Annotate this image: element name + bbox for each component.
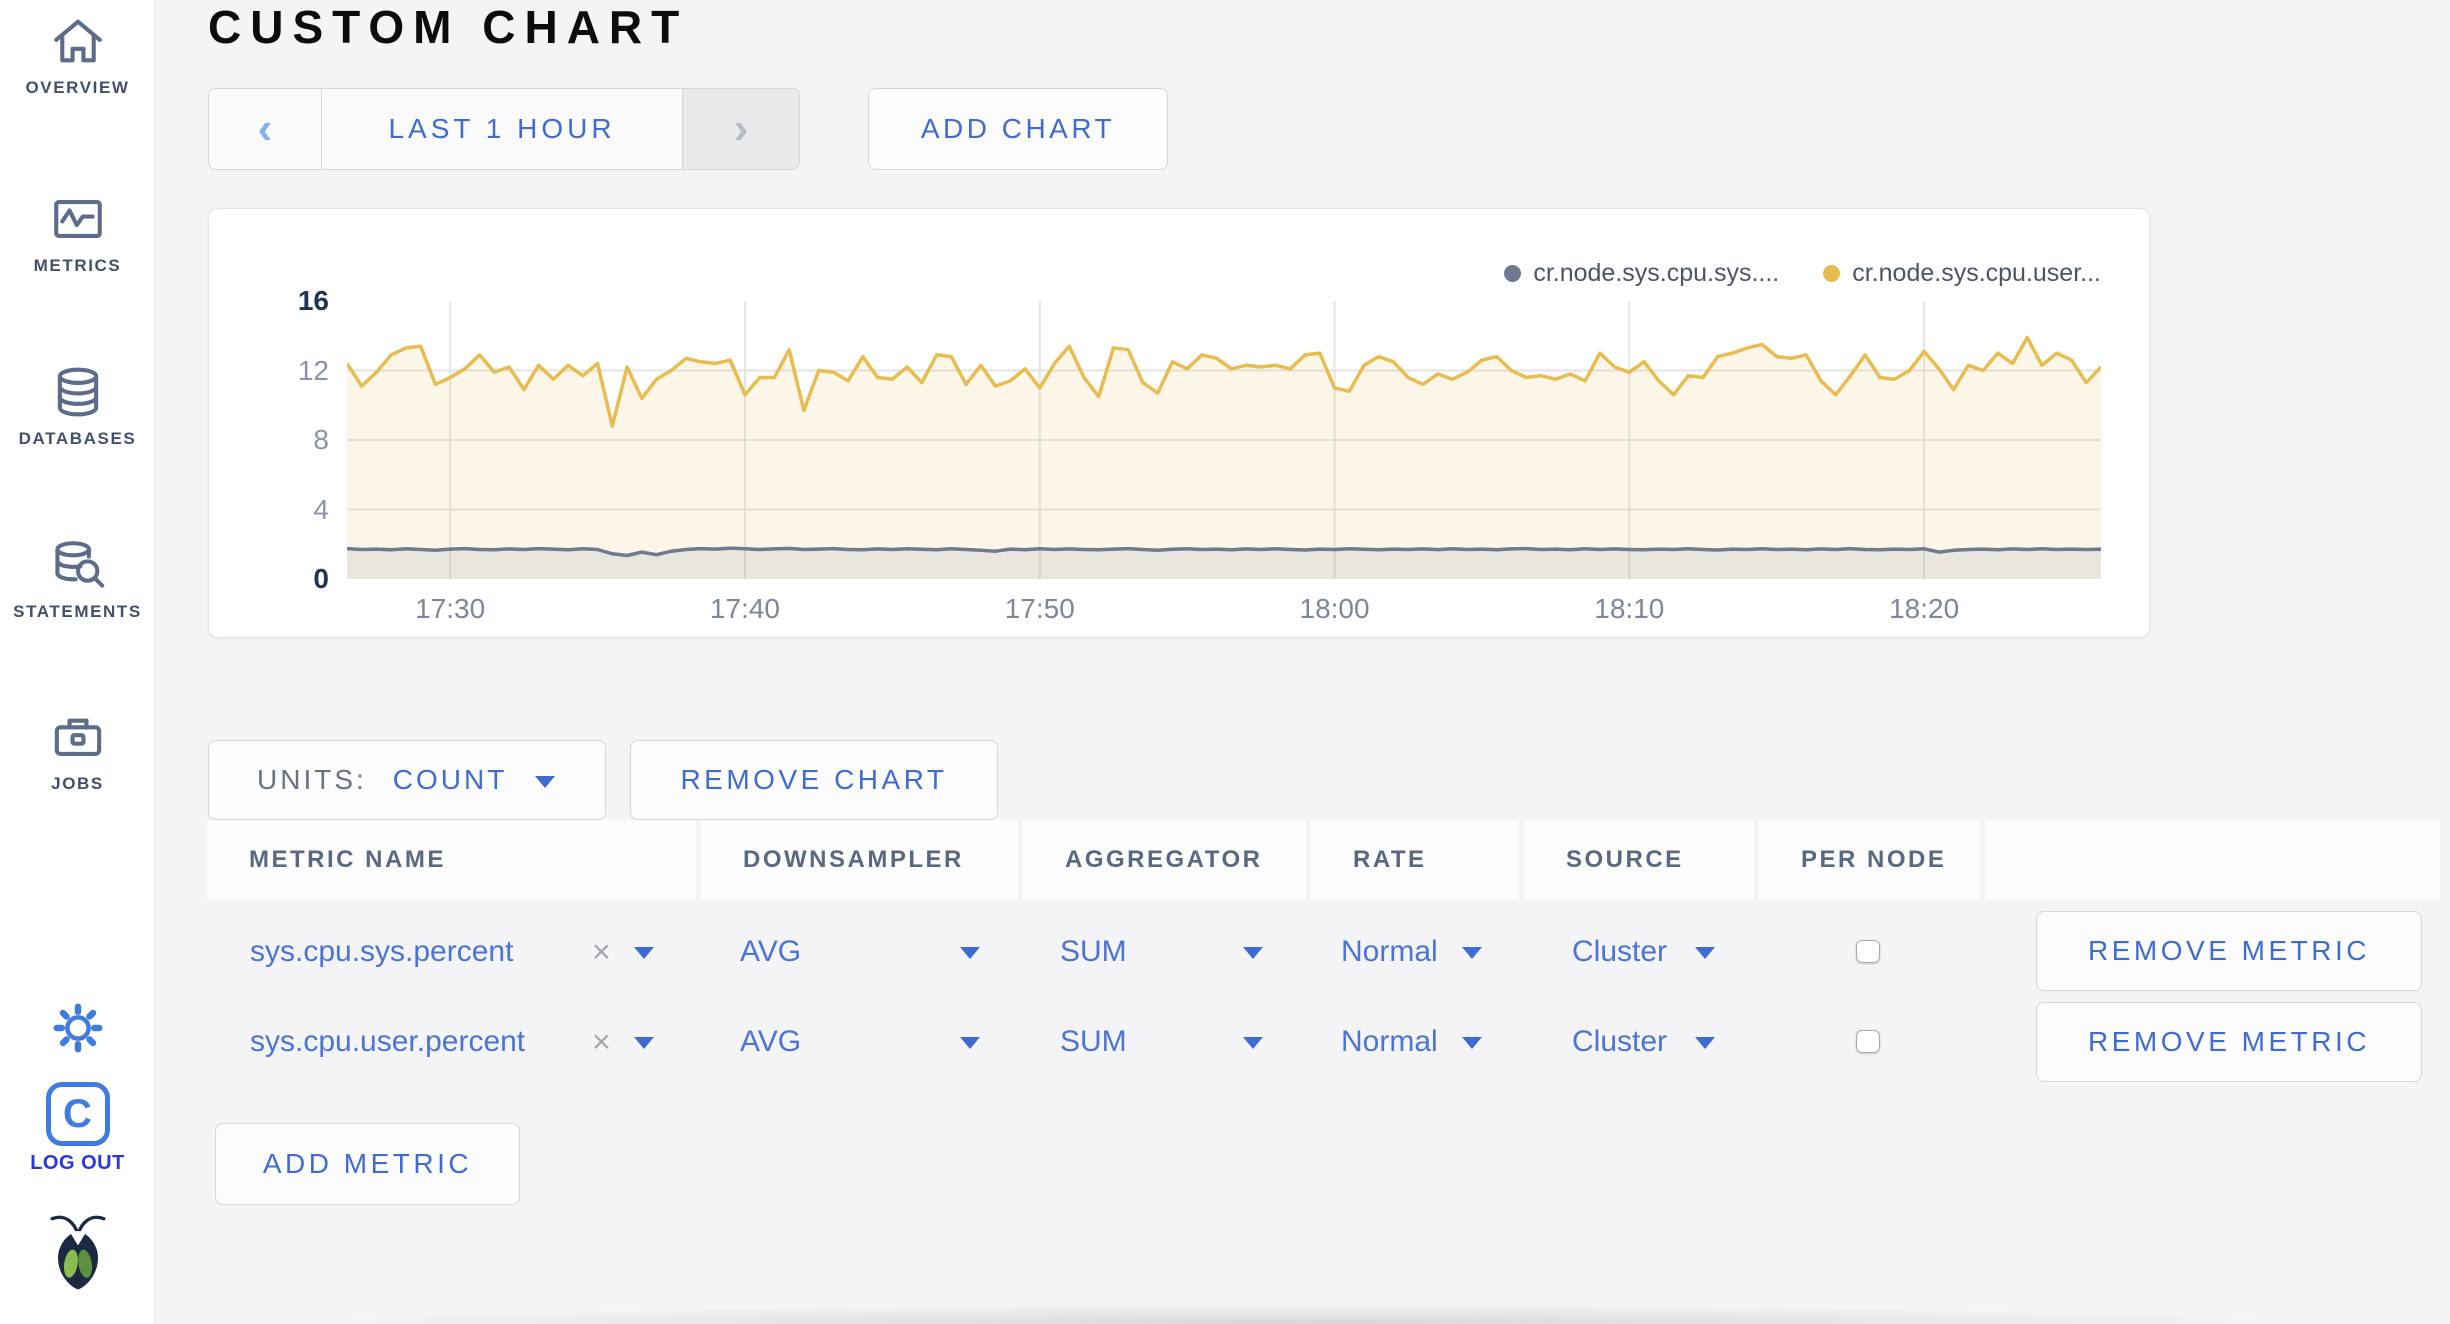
rate-select[interactable]: Normal xyxy=(1331,922,1486,982)
remove-chart-button[interactable]: REMOVE CHART xyxy=(630,740,998,820)
sidebar-item-jobs[interactable]: JOBS xyxy=(0,708,155,794)
legend-dot xyxy=(1823,265,1841,282)
time-range-selector: ‹ LAST 1 HOUR › xyxy=(208,88,800,170)
legend-label: cr.node.sys.cpu.user... xyxy=(1852,259,2101,287)
chart-legend: cr.node.sys.cpu.sys.... cr.node.sys.cpu.… xyxy=(1504,259,2101,288)
legend-dot xyxy=(1504,265,1522,282)
column-header-rate: RATE xyxy=(1311,820,1519,900)
chevron-down-icon xyxy=(1462,947,1482,959)
chevron-down-icon xyxy=(1695,947,1715,959)
logout-label: LOG OUT xyxy=(30,1152,125,1174)
x-tick-label: 18:20 xyxy=(1889,593,1960,624)
home-icon xyxy=(0,12,155,70)
chevron-right-icon: › xyxy=(733,104,749,153)
y-tick-label: 16 xyxy=(297,285,329,316)
units-select[interactable]: UNITS: COUNT xyxy=(208,740,606,820)
cockroach-logo xyxy=(0,1212,155,1292)
x-tick-label: 18:10 xyxy=(1594,593,1665,624)
scroll-shadow xyxy=(156,1298,2450,1324)
sidebar-item-label: JOBS xyxy=(51,774,104,793)
aggregator-select[interactable]: SUM xyxy=(1050,922,1275,982)
remove-metric-button[interactable]: REMOVE METRIC xyxy=(2036,1002,2422,1082)
chevron-down-icon xyxy=(634,1037,654,1049)
y-tick-label: 0 xyxy=(313,563,329,594)
cockroach-bug-icon xyxy=(0,1212,155,1292)
clear-icon[interactable]: × xyxy=(592,1024,611,1061)
aggregator-select[interactable]: SUM xyxy=(1050,1012,1275,1072)
gear-icon xyxy=(0,998,155,1058)
sidebar-item-label: METRICS xyxy=(33,256,122,275)
source-select[interactable]: Cluster xyxy=(1562,1012,1722,1072)
y-tick-label: 4 xyxy=(313,493,329,525)
sidebar-item-overview[interactable]: OVERVIEW xyxy=(0,12,155,98)
rate-select[interactable]: Normal xyxy=(1331,1012,1486,1072)
y-axis-labels: 16 12 8 4 0 xyxy=(209,285,329,594)
x-tick-label: 17:50 xyxy=(1004,593,1075,624)
per-node-checkbox[interactable] xyxy=(1856,940,1880,963)
metric-name-select[interactable]: sys.cpu.sys.percent × xyxy=(240,922,670,982)
legend-item: cr.node.sys.cpu.sys.... xyxy=(1504,259,1779,288)
sidebar-item-label: DATABASES xyxy=(18,429,137,448)
settings-button[interactable] xyxy=(0,998,155,1058)
chevron-down-icon xyxy=(535,776,556,788)
column-header-metric-name: METRIC NAME xyxy=(207,820,696,900)
legend-item: cr.node.sys.cpu.user... xyxy=(1823,259,2101,288)
clear-icon[interactable]: × xyxy=(592,934,611,971)
sidebar-item-label: STATEMENTS xyxy=(13,602,142,621)
sidebar-item-statements[interactable]: STATEMENTS xyxy=(0,536,155,622)
chevron-down-icon xyxy=(1243,947,1263,959)
sidebar: OVERVIEW METRICS DATABASES STATEMENTS JO… xyxy=(0,0,155,1324)
source-select[interactable]: Cluster xyxy=(1562,922,1722,982)
x-tick-label: 18:00 xyxy=(1299,593,1370,624)
per-node-checkbox[interactable] xyxy=(1856,1030,1880,1053)
downsampler-select[interactable]: AVG xyxy=(730,922,992,982)
add-chart-button[interactable]: ADD CHART xyxy=(868,88,1168,170)
sidebar-item-metrics[interactable]: METRICS xyxy=(0,190,155,276)
legend-label: cr.node.sys.cpu.sys.... xyxy=(1533,259,1780,287)
time-next-button[interactable]: › xyxy=(682,89,799,169)
column-header-actions xyxy=(1985,820,2440,900)
jobs-icon xyxy=(0,708,155,766)
metric-name-select[interactable]: sys.cpu.user.percent × xyxy=(240,1012,670,1072)
chevron-down-icon xyxy=(634,947,654,959)
main-content: CUSTOM CHART ‹ LAST 1 HOUR › ADD CHART c… xyxy=(156,0,2450,1324)
units-value: COUNT xyxy=(392,764,508,795)
cockroach-c-icon: C xyxy=(45,1082,110,1146)
metrics-icon xyxy=(0,190,155,248)
logout-button[interactable]: C LOG OUT xyxy=(0,1082,155,1175)
metric-name-value: sys.cpu.sys.percent xyxy=(250,935,514,968)
column-header-downsampler: DOWNSAMPLER xyxy=(701,820,1018,900)
statements-icon xyxy=(0,536,155,594)
sidebar-item-databases[interactable]: DATABASES xyxy=(0,363,155,449)
y-tick-label: 8 xyxy=(313,424,329,455)
chart-svg xyxy=(347,301,2101,579)
chevron-down-icon xyxy=(1695,1037,1715,1049)
x-axis-labels: 17:30 17:40 17:50 18:00 18:10 18:20 xyxy=(347,593,2101,633)
column-header-aggregator: AGGREGATOR xyxy=(1023,820,1306,900)
units-label: UNITS: xyxy=(257,764,367,795)
time-prev-button[interactable]: ‹ xyxy=(209,89,322,169)
chevron-left-icon: ‹ xyxy=(257,104,273,153)
chevron-down-icon xyxy=(960,1037,980,1049)
metric-row: sys.cpu.sys.percent × AVG SUM Normal Clu… xyxy=(156,911,2450,991)
page-title: CUSTOM CHART xyxy=(208,1,689,53)
database-icon xyxy=(0,363,155,421)
chevron-down-icon xyxy=(960,947,980,959)
add-metric-button[interactable]: ADD METRIC xyxy=(215,1123,520,1205)
downsampler-select[interactable]: AVG xyxy=(730,1012,992,1072)
remove-metric-button[interactable]: REMOVE METRIC xyxy=(2036,911,2422,991)
sidebar-item-label: OVERVIEW xyxy=(25,78,130,97)
y-tick-label: 12 xyxy=(297,354,329,386)
time-range-button[interactable]: LAST 1 HOUR xyxy=(322,89,682,169)
chevron-down-icon xyxy=(1243,1037,1263,1049)
metric-row: sys.cpu.user.percent × AVG SUM Normal Cl… xyxy=(156,1002,2450,1082)
x-tick-label: 17:40 xyxy=(709,593,780,624)
column-header-source: SOURCE xyxy=(1524,820,1754,900)
chart-card: cr.node.sys.cpu.sys.... cr.node.sys.cpu.… xyxy=(208,208,2150,638)
chevron-down-icon xyxy=(1462,1037,1482,1049)
metric-name-value: sys.cpu.user.percent xyxy=(250,1025,526,1058)
column-header-per-node: PER NODE xyxy=(1759,820,1980,900)
x-tick-label: 17:30 xyxy=(415,593,486,624)
